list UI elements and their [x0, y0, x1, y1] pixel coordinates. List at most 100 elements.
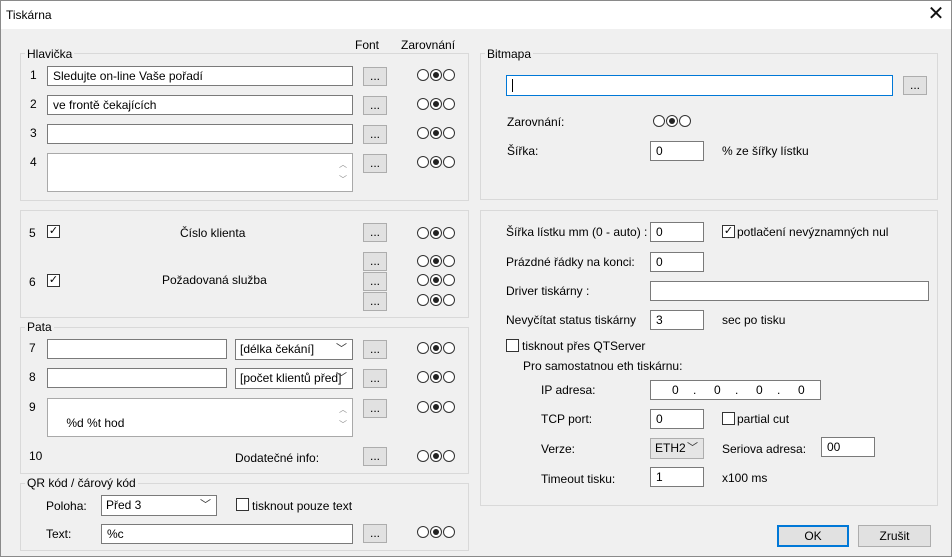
align-right-radio[interactable] — [443, 294, 455, 306]
timeout-input[interactable]: 1 — [650, 467, 704, 487]
bitmap-browse-button[interactable]: ... — [903, 76, 927, 95]
header-line-3-input[interactable] — [47, 124, 353, 144]
align-left-radio[interactable] — [417, 255, 429, 267]
requested-service-checkbox[interactable]: ✓ — [47, 274, 60, 287]
align-center-radio[interactable] — [430, 401, 442, 413]
driver-input[interactable] — [650, 281, 929, 301]
align-center-radio[interactable] — [430, 342, 442, 354]
align-left-radio[interactable] — [417, 401, 429, 413]
footer-line-7-select[interactable]: [délka čekání] ﹀ — [235, 339, 353, 360]
cancel-button[interactable]: Zrušit — [858, 525, 931, 547]
align-left-radio[interactable] — [417, 156, 429, 168]
align-center-radio[interactable] — [430, 69, 442, 81]
align-left-radio[interactable] — [417, 98, 429, 110]
header-line-2-font-button[interactable]: ... — [363, 96, 387, 115]
align-left-radio[interactable] — [417, 294, 429, 306]
footer-line-7-align-radios[interactable] — [417, 342, 455, 355]
ticket-width-input[interactable]: 0 — [650, 222, 704, 242]
footer-line-9-font-button[interactable]: ... — [363, 399, 387, 418]
footer-line-8-align-radios[interactable] — [417, 371, 455, 384]
align-right-radio[interactable] — [443, 274, 455, 286]
suppress-zeros-checkbox[interactable]: ✓ — [722, 225, 735, 238]
footer-line-9-align-radios[interactable] — [417, 401, 455, 414]
align-right-radio[interactable] — [679, 115, 691, 127]
service-line-2-align-radios[interactable] — [417, 274, 455, 287]
align-center-radio[interactable] — [430, 294, 442, 306]
align-left-radio[interactable] — [417, 371, 429, 383]
header-line-2-align-radios[interactable] — [417, 98, 455, 111]
footer-line-8-font-button[interactable]: ... — [363, 369, 387, 388]
align-right-radio[interactable] — [443, 227, 455, 239]
footer-line-8-select[interactable]: [počet klientů před] ﹀ — [235, 368, 353, 389]
align-left-radio[interactable] — [417, 450, 429, 462]
header-line-1-font-button[interactable]: ... — [363, 67, 387, 86]
header-line-3-font-button[interactable]: ... — [363, 125, 387, 144]
service-line-2-font-button[interactable]: ... — [363, 272, 387, 291]
header-line-1-align-radios[interactable] — [417, 69, 455, 82]
qr-text-input[interactable]: %c — [101, 524, 353, 544]
additional-info-font-button[interactable]: ... — [363, 447, 387, 466]
text-only-checkbox[interactable] — [236, 498, 249, 511]
align-left-radio[interactable] — [653, 115, 665, 127]
close-icon[interactable]: ✕ — [921, 1, 951, 29]
align-left-radio[interactable] — [417, 227, 429, 239]
bitmap-align-radios[interactable] — [653, 115, 691, 128]
align-left-radio[interactable] — [417, 69, 429, 81]
client-number-font-button[interactable]: ... — [363, 223, 387, 242]
align-left-radio[interactable] — [417, 127, 429, 139]
header-line-4-font-button[interactable]: ... — [363, 154, 387, 173]
qr-position-select[interactable]: Před 3 ﹀ — [101, 495, 217, 516]
additional-info-align-radios[interactable] — [417, 450, 455, 463]
align-center-radio[interactable] — [430, 127, 442, 139]
footer-line-8-input[interactable] — [47, 368, 227, 388]
partial-cut-checkbox[interactable] — [722, 412, 735, 425]
align-left-radio[interactable] — [417, 342, 429, 354]
align-center-radio[interactable] — [430, 450, 442, 462]
scrollbar[interactable]: ︿ ﹀ — [336, 155, 351, 190]
align-right-radio[interactable] — [443, 371, 455, 383]
header-line-1-input[interactable]: Sledujte on-line Vaše pořadí — [47, 66, 353, 86]
service-line-1-align-radios[interactable] — [417, 255, 455, 268]
qr-font-button[interactable]: ... — [363, 524, 387, 543]
empty-lines-input[interactable]: 0 — [650, 252, 704, 272]
align-center-radio[interactable] — [430, 274, 442, 286]
ok-button[interactable]: OK — [777, 525, 849, 547]
align-center-radio[interactable] — [430, 255, 442, 267]
align-center-radio[interactable] — [430, 156, 442, 168]
header-line-4-align-radios[interactable] — [417, 156, 455, 169]
service-line-1-font-button[interactable]: ... — [363, 252, 387, 271]
qr-align-radios[interactable] — [417, 526, 455, 539]
tcp-port-input[interactable]: 0 — [650, 409, 704, 429]
bitmap-path-input[interactable] — [506, 75, 893, 96]
no-status-input[interactable]: 3 — [650, 310, 704, 330]
align-right-radio[interactable] — [443, 450, 455, 462]
align-right-radio[interactable] — [443, 69, 455, 81]
align-right-radio[interactable] — [443, 401, 455, 413]
align-right-radio[interactable] — [443, 98, 455, 110]
align-right-radio[interactable] — [443, 156, 455, 168]
service-line-3-align-radios[interactable] — [417, 294, 455, 307]
bitmap-width-input[interactable]: 0 — [650, 141, 704, 161]
align-center-radio[interactable] — [666, 115, 678, 127]
align-center-radio[interactable] — [430, 526, 442, 538]
header-line-3-align-radios[interactable] — [417, 127, 455, 140]
footer-line-7-font-button[interactable]: ... — [363, 340, 387, 359]
qtserver-checkbox[interactable] — [506, 339, 519, 352]
header-line-2-input[interactable]: ve frontě čekajících — [47, 95, 353, 115]
align-right-radio[interactable] — [443, 526, 455, 538]
serial-address-input[interactable]: 00 — [821, 437, 875, 457]
align-left-radio[interactable] — [417, 526, 429, 538]
align-left-radio[interactable] — [417, 274, 429, 286]
client-number-align-radios[interactable] — [417, 227, 455, 240]
ip-address-input[interactable]: 0 . 0 . 0 . 0 — [650, 380, 821, 400]
align-center-radio[interactable] — [430, 227, 442, 239]
align-right-radio[interactable] — [443, 342, 455, 354]
footer-line-7-input[interactable] — [47, 339, 227, 359]
client-number-checkbox[interactable]: ✓ — [47, 225, 60, 238]
align-right-radio[interactable] — [443, 255, 455, 267]
header-line-4-textarea[interactable]: ︿ ﹀ — [47, 153, 353, 192]
align-center-radio[interactable] — [430, 98, 442, 110]
service-line-3-font-button[interactable]: ... — [363, 292, 387, 311]
scrollbar[interactable]: ︿ ﹀ — [336, 400, 351, 435]
footer-line-9-textarea[interactable]: %d %t hod ︿ ﹀ — [47, 398, 353, 437]
